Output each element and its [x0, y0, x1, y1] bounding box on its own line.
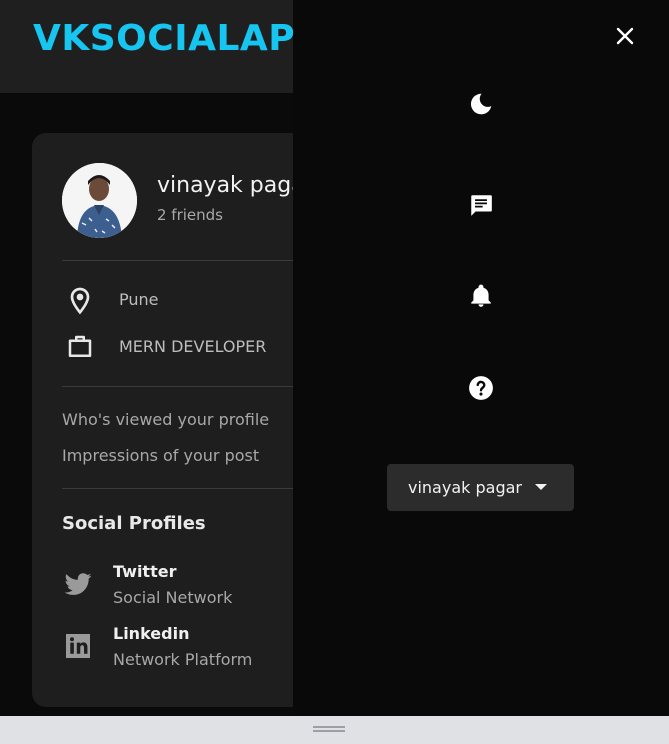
divider [62, 260, 322, 261]
impressions-label: Impressions of your post [62, 446, 260, 465]
profile-views-label: Who's viewed your profile [62, 410, 270, 429]
linkedin-icon[interactable] [62, 630, 94, 662]
mobile-menu-drawer: vinayak pagar [293, 0, 669, 716]
friend-count: 2 friends [157, 206, 223, 224]
close-icon[interactable] [613, 24, 637, 48]
profile-name[interactable]: vinayak pagar [157, 173, 314, 198]
help-icon[interactable] [468, 375, 494, 401]
twitter-icon[interactable] [62, 568, 94, 600]
briefcase-icon [62, 332, 98, 366]
avatar[interactable] [62, 163, 137, 238]
social-sub-twitter: Social Network [113, 588, 233, 607]
chevron-down-icon [535, 484, 547, 490]
location-icon [62, 285, 98, 321]
social-profiles-title: Social Profiles [62, 513, 206, 534]
bell-icon[interactable] [468, 283, 494, 309]
user-select-value: vinayak pagar [408, 478, 522, 497]
drag-handle-icon[interactable] [313, 726, 345, 728]
social-sub-linkedin: Network Platform [113, 650, 253, 669]
bottom-resize-bar[interactable] [0, 716, 669, 744]
moon-icon[interactable] [468, 91, 494, 117]
occupation-text: MERN DEVELOPER [119, 337, 267, 356]
divider [62, 386, 322, 387]
social-name-linkedin[interactable]: Linkedin [113, 624, 189, 643]
profile-card: vinayak pagar 2 friends Pune MERN DEVELO… [32, 133, 322, 707]
divider [62, 488, 322, 489]
message-icon[interactable] [468, 192, 494, 218]
app-logo[interactable]: VKSOCIALAPP [33, 18, 322, 59]
social-name-twitter[interactable]: Twitter [113, 562, 176, 581]
location-text: Pune [119, 290, 159, 309]
user-select[interactable]: vinayak pagar [387, 464, 574, 511]
